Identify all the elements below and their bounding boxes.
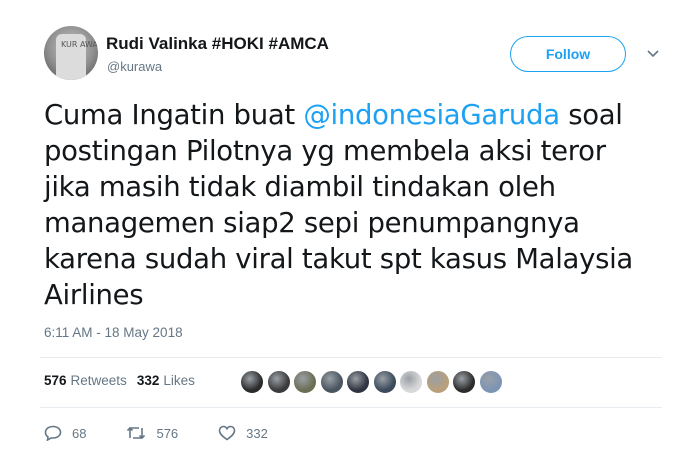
liker-avatar[interactable] xyxy=(425,370,450,394)
mention-link[interactable]: @indonesiaGaruda xyxy=(303,99,560,131)
tweet-timestamp[interactable]: 6:11 AM - 18 May 2018 xyxy=(44,325,183,340)
tweet-text-before: Cuma Ingatin buat xyxy=(44,99,304,131)
tweet-stats: 576 Retweets 332 Likes xyxy=(44,373,205,388)
liker-avatar[interactable] xyxy=(240,370,264,394)
tweet-text: Cuma Ingatin buat @indonesiaGaruda soal … xyxy=(44,97,654,313)
retweet-icon xyxy=(127,426,146,440)
like-button[interactable]: 332 xyxy=(218,425,268,441)
avatar-print: KUR AWA xyxy=(61,40,98,49)
liker-avatar[interactable] xyxy=(319,370,344,394)
tweet-actions: 68 576 332 xyxy=(44,425,308,441)
liker-avatar[interactable] xyxy=(478,370,503,394)
liker-avatars xyxy=(240,370,505,394)
liker-avatar[interactable] xyxy=(372,370,397,394)
likes-stat[interactable]: 332 Likes xyxy=(137,373,195,388)
likes-count: 332 xyxy=(136,373,160,388)
liker-avatar[interactable] xyxy=(346,370,370,394)
retweets-label: Retweets xyxy=(70,373,127,388)
liker-avatar[interactable] xyxy=(452,370,476,394)
liker-avatar[interactable] xyxy=(399,370,423,394)
liker-avatar[interactable] xyxy=(266,370,291,394)
retweet-count: 576 xyxy=(156,425,179,441)
follow-button[interactable]: Follow xyxy=(510,36,626,72)
likes-label: Likes xyxy=(163,373,195,388)
divider xyxy=(40,357,662,358)
liker-avatar[interactable] xyxy=(293,370,317,394)
retweet-button[interactable]: 576 xyxy=(126,425,178,441)
chevron-down-icon[interactable] xyxy=(643,44,663,64)
reply-button[interactable]: 68 xyxy=(44,425,86,441)
like-count: 332 xyxy=(246,425,268,441)
user-handle[interactable]: @kurawa xyxy=(107,59,162,74)
divider xyxy=(40,407,662,408)
reply-count: 68 xyxy=(72,425,87,441)
reply-icon xyxy=(44,425,62,441)
retweets-stat[interactable]: 576 Retweets xyxy=(44,373,127,388)
user-display-name[interactable]: Rudi Valinka #HOKI #AMCA xyxy=(106,34,329,54)
retweets-count: 576 xyxy=(44,373,67,388)
avatar[interactable]: KUR AWA xyxy=(44,26,98,80)
heart-icon xyxy=(218,425,236,441)
